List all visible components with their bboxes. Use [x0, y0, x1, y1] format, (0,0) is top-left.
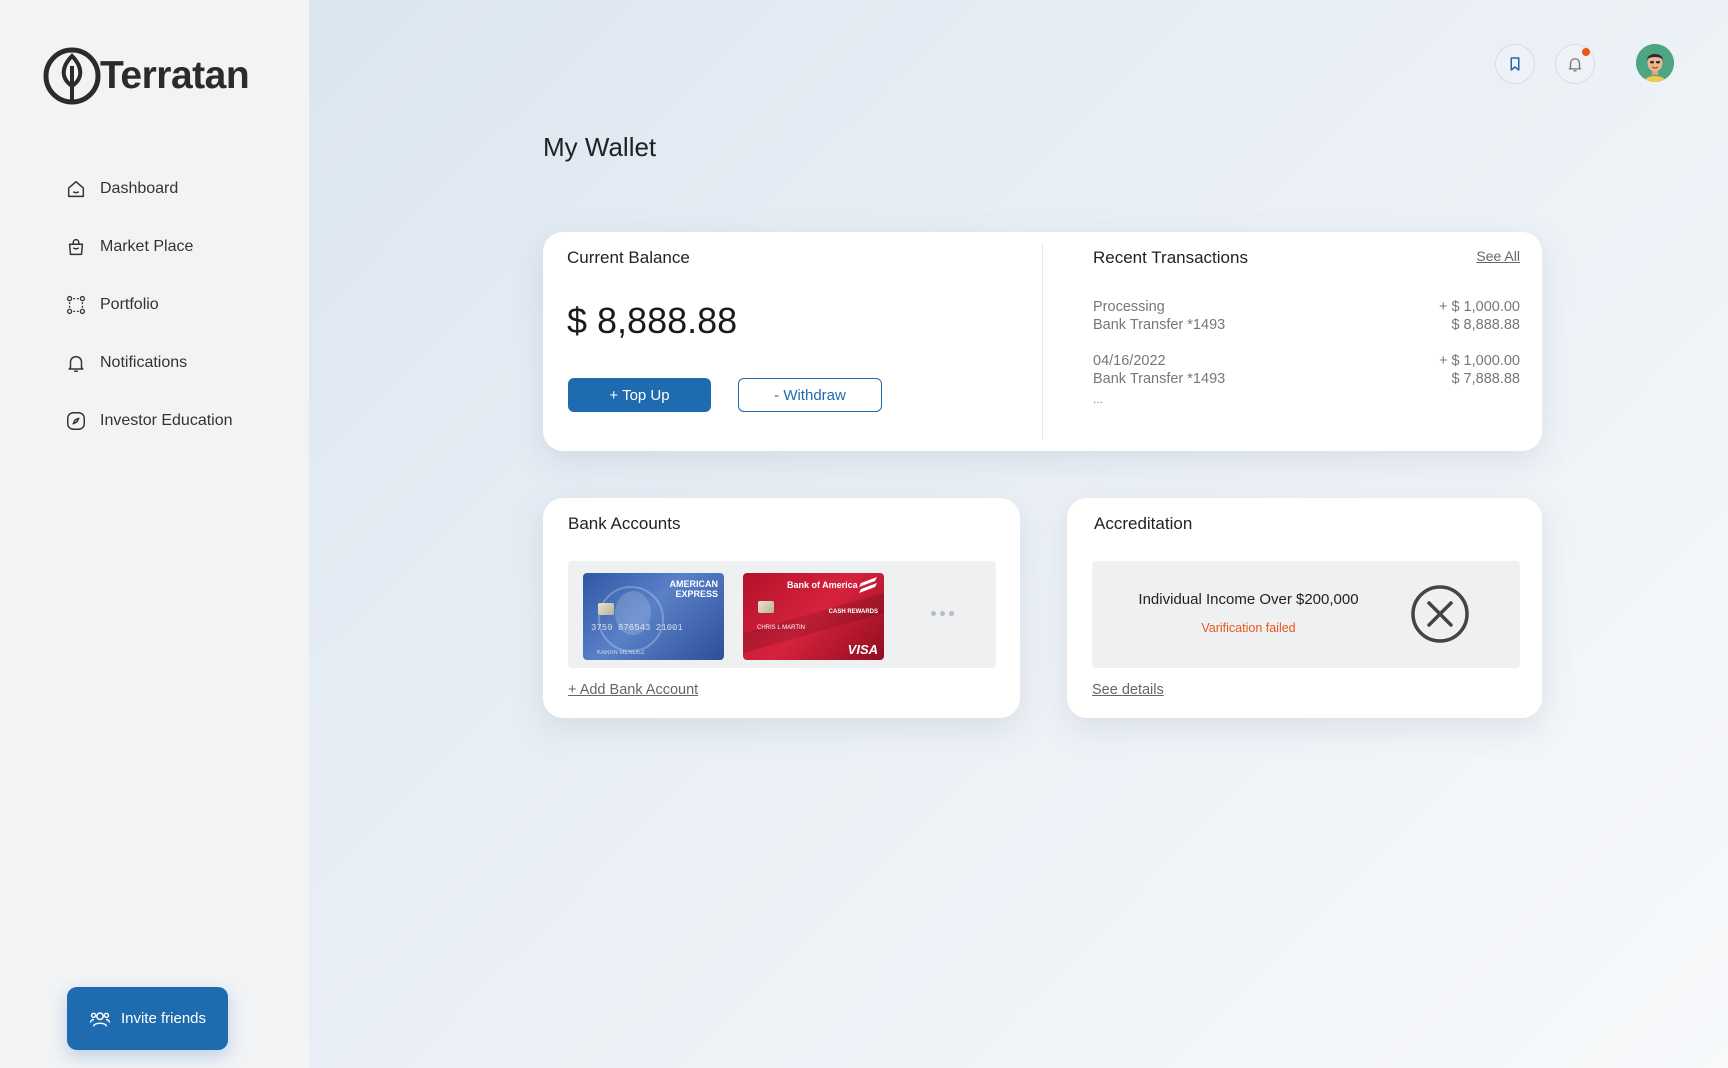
card-network: VISA — [847, 642, 878, 657]
dot — [940, 611, 945, 616]
transaction-item[interactable]: Processing + $ 1,000.00 Bank Transfer *1… — [1093, 298, 1520, 334]
home-icon — [64, 177, 88, 201]
sidebar-item-label: Investor Education — [100, 412, 233, 429]
card-divider — [1042, 244, 1043, 440]
avatar[interactable] — [1636, 44, 1674, 82]
transaction-status: 04/16/2022 — [1093, 353, 1166, 369]
accreditation-title: Accreditation — [1094, 514, 1193, 533]
card-chip-icon — [598, 603, 614, 615]
transactions-title: Recent Transactions — [1093, 248, 1248, 267]
card-program: CASH REWARDS — [828, 609, 878, 615]
brand-name: Terratan — [100, 54, 250, 97]
sidebar-item-label: Notifications — [100, 354, 188, 371]
transaction-balance: $ 8,888.88 — [1451, 317, 1520, 333]
transaction-status: Processing — [1093, 299, 1165, 315]
see-details-link[interactable]: See details — [1092, 682, 1164, 698]
sidebar: Terratan Dashboard Market Place Portfoli… — [0, 0, 309, 1068]
dot — [931, 611, 936, 616]
sidebar-item-portfolio[interactable]: Portfolio — [64, 276, 233, 334]
notification-dot — [1582, 48, 1590, 56]
balance-card-title: Current Balance — [567, 248, 690, 267]
more-transactions-indicator: ... — [1093, 392, 1104, 406]
invite-friends-button[interactable]: Invite friends — [67, 987, 228, 1050]
card-chip-icon — [758, 601, 774, 613]
sidebar-item-label: Market Place — [100, 238, 194, 255]
close-circle-icon — [1411, 585, 1469, 643]
page-title: My Wallet — [543, 132, 657, 162]
sidebar-item-dashboard[interactable]: Dashboard — [64, 160, 233, 218]
sidebar-item-label: Portfolio — [100, 296, 159, 313]
sidebar-item-investor-education[interactable]: Investor Education — [64, 392, 233, 450]
accreditation-status-panel: Individual Income Over $200,000 Varifica… — [1092, 561, 1520, 668]
card-issuer: EXPRESS — [675, 589, 718, 599]
accreditation-criterion: Individual Income Over $200,000 — [1138, 591, 1359, 608]
user-avatar-icon — [1636, 44, 1674, 82]
dot — [949, 611, 954, 616]
card-issuer: AMERICAN — [669, 579, 719, 589]
card-holder: CHRIS L MARTIN — [757, 625, 806, 631]
transaction-description: Bank Transfer *1493 — [1093, 317, 1226, 333]
withdraw-button[interactable]: - Withdraw — [738, 378, 882, 412]
leaf-logo-icon — [43, 47, 101, 105]
add-bank-account-link[interactable]: + Add Bank Account — [568, 682, 698, 698]
amex-card[interactable]: AMERICAN EXPRESS 3759 876543 21001 KARAN… — [583, 573, 724, 660]
users-icon — [89, 1011, 111, 1027]
brand-logo[interactable]: Terratan — [42, 46, 250, 106]
sidebar-item-notifications[interactable]: Notifications — [64, 334, 233, 392]
card-number: 3759 876543 21001 — [591, 623, 683, 633]
sidebar-item-label: Dashboard — [100, 180, 179, 197]
transaction-amount: + $ 1,000.00 — [1438, 299, 1520, 315]
transaction-item[interactable]: 04/16/2022 + $ 1,000.00 Bank Transfer *1… — [1093, 352, 1520, 388]
sidebar-item-market-place[interactable]: Market Place — [64, 218, 233, 276]
compass-icon — [64, 409, 88, 433]
card-holder: KARAN MENDEZ — [597, 650, 645, 656]
bag-icon — [64, 235, 88, 259]
bell-icon — [64, 351, 88, 375]
notifications-button[interactable] — [1555, 44, 1595, 84]
top-up-button[interactable]: + Top Up — [568, 378, 711, 412]
bank-accounts-title: Bank Accounts — [568, 514, 681, 533]
status-badge: Varification failed — [1201, 621, 1296, 635]
bookmark-icon — [1510, 57, 1520, 71]
portfolio-icon — [64, 293, 88, 317]
invite-friends-label: Invite friends — [120, 1010, 207, 1027]
bell-icon — [1568, 58, 1582, 72]
bank-cards-list: AMERICAN EXPRESS 3759 876543 21001 KARAN… — [568, 561, 996, 668]
card-issuer: Bank of America — [787, 580, 858, 590]
sidebar-nav: Dashboard Market Place Portfolio Notific… — [64, 160, 233, 450]
see-all-link[interactable]: See All — [1476, 248, 1520, 264]
transaction-balance: $ 7,888.88 — [1451, 371, 1520, 387]
balance-card: Current Balance $ 8,888.88 + Top Up - Wi… — [543, 232, 1542, 451]
balance-amount: $ 8,888.88 — [567, 300, 738, 341]
bookmark-button[interactable] — [1495, 44, 1535, 84]
accreditation-card: Accreditation Individual Income Over $20… — [1067, 498, 1542, 718]
transaction-amount: + $ 1,000.00 — [1438, 353, 1520, 369]
bank-accounts-card: Bank Accounts AMERICAN EXPRESS 3759 8765… — [543, 498, 1020, 718]
bank-of-america-card[interactable]: Bank of America CASH REWARDS CHRIS L MAR… — [743, 573, 884, 660]
more-cards-button[interactable] — [931, 611, 954, 616]
transaction-description: Bank Transfer *1493 — [1093, 371, 1226, 387]
